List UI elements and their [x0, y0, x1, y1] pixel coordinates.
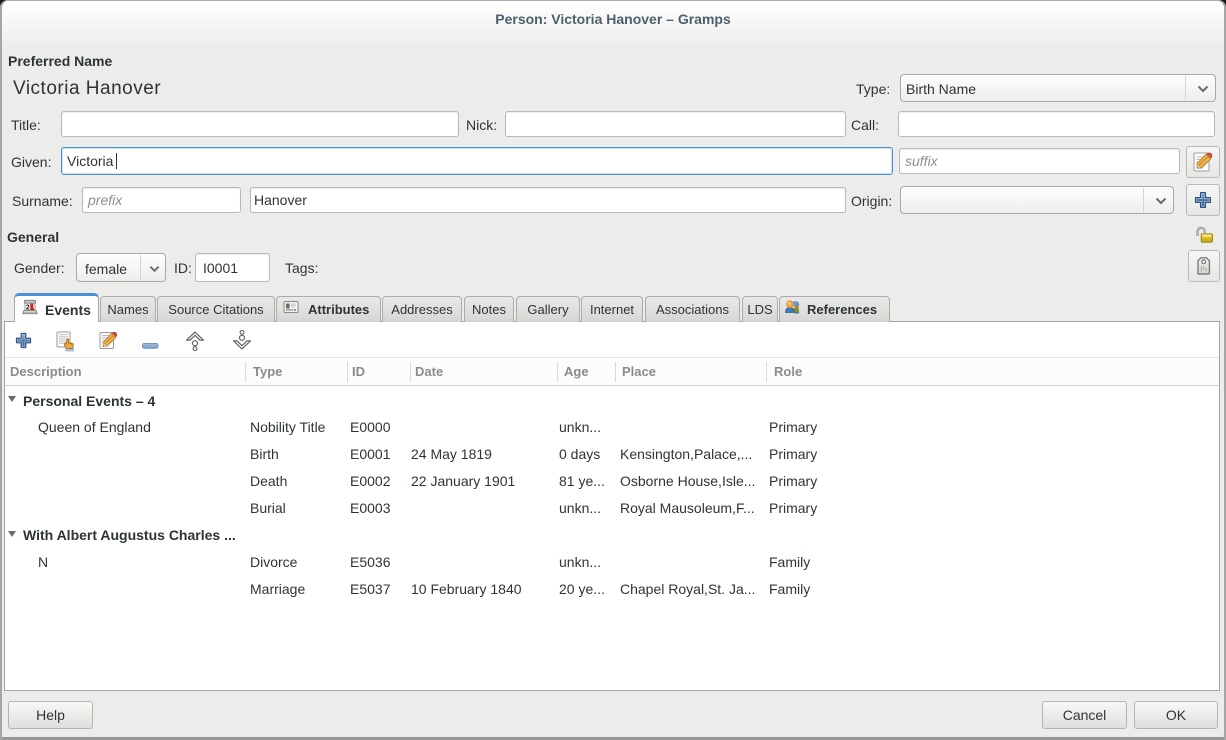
svg-text:2: 2: [26, 304, 30, 311]
